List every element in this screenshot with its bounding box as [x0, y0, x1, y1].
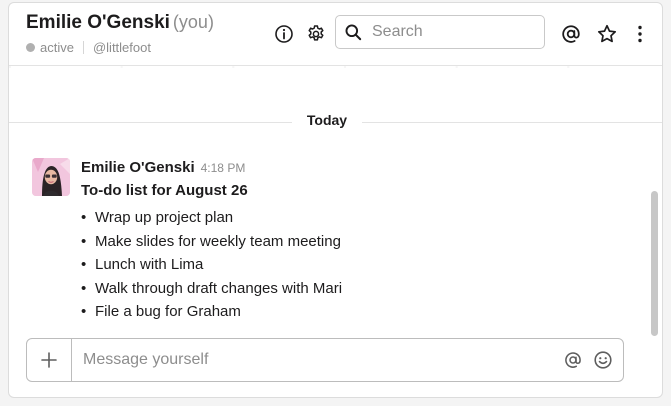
info-icon[interactable] — [273, 23, 295, 45]
previous-content-edge — [9, 66, 662, 68]
search-icon — [345, 24, 362, 40]
message-author[interactable]: Emilie O'Genski — [81, 159, 195, 176]
list-item-text: Walk through draft changes with Mari — [95, 279, 343, 297]
list-item-text: Lunch with Lima — [95, 256, 204, 273]
scrollbar-thumb[interactable] — [651, 191, 658, 336]
plus-icon — [41, 352, 57, 368]
avatar[interactable] — [32, 158, 70, 196]
header-subtitle: active @littlefoot — [26, 40, 151, 55]
date-divider-line-right — [362, 122, 662, 123]
mention-icon[interactable] — [560, 23, 582, 45]
user-handle: @littlefoot — [92, 40, 151, 55]
emoji-icon[interactable] — [593, 350, 613, 370]
gear-icon[interactable] — [305, 23, 327, 45]
header-user-name[interactable]: Emilie O'Genski — [26, 12, 170, 33]
header-title: Emilie O'Genski (you) — [26, 12, 214, 34]
todo-list: • Wrap up project plan • Make slides for w… — [81, 206, 342, 324]
message-input[interactable] — [81, 350, 563, 370]
list-item: • File a bug for Graham — [81, 300, 342, 324]
message-composer — [26, 338, 624, 382]
date-divider-label: Today — [306, 112, 348, 128]
list-item: • Walk through draft changes with Mari — [81, 277, 342, 301]
search-box[interactable] — [335, 15, 545, 49]
list-item-text: Wrap up project plan — [95, 209, 234, 226]
more-vertical-icon[interactable] — [629, 23, 651, 45]
list-item: • Lunch with Lima — [81, 253, 342, 277]
bullet: • — [81, 232, 87, 250]
list-item: • Make slides for weekly team meeting — [81, 230, 342, 254]
message-pane: Today Emilie O'Genski 4:18 PM To-do list … — [9, 66, 662, 336]
message-title: To-do list for August 26 — [81, 182, 248, 199]
you-label: (you) — [172, 12, 214, 32]
bullet: • — [81, 303, 87, 320]
channel-header: Emilie O'Genski (you) active @littlefoot — [9, 3, 662, 66]
dm-window: Emilie O'Genski(you) active @littlefoot — [8, 2, 663, 398]
bullet: • — [81, 279, 87, 297]
list-item: • Wrap up project plan — [81, 206, 342, 230]
presence-indicator — [26, 43, 35, 52]
bullet: • — [81, 256, 87, 273]
list-item-text: Make slides for weekly team meeting — [95, 232, 341, 250]
attach-button[interactable] — [27, 339, 72, 381]
message-timestamp[interactable]: 4:18 PM — [201, 161, 246, 175]
date-divider-line-left — [9, 122, 292, 123]
list-item-text: File a bug for Graham — [95, 303, 241, 320]
subtitle-separator — [82, 41, 84, 54]
mention-icon[interactable] — [563, 350, 583, 370]
bullet: • — [81, 209, 87, 226]
search-input[interactable] — [370, 22, 534, 42]
message-header: Emilie O'Genski 4:18 PM — [81, 159, 245, 177]
presence-status: active — [40, 40, 74, 55]
star-icon[interactable] — [596, 23, 618, 45]
